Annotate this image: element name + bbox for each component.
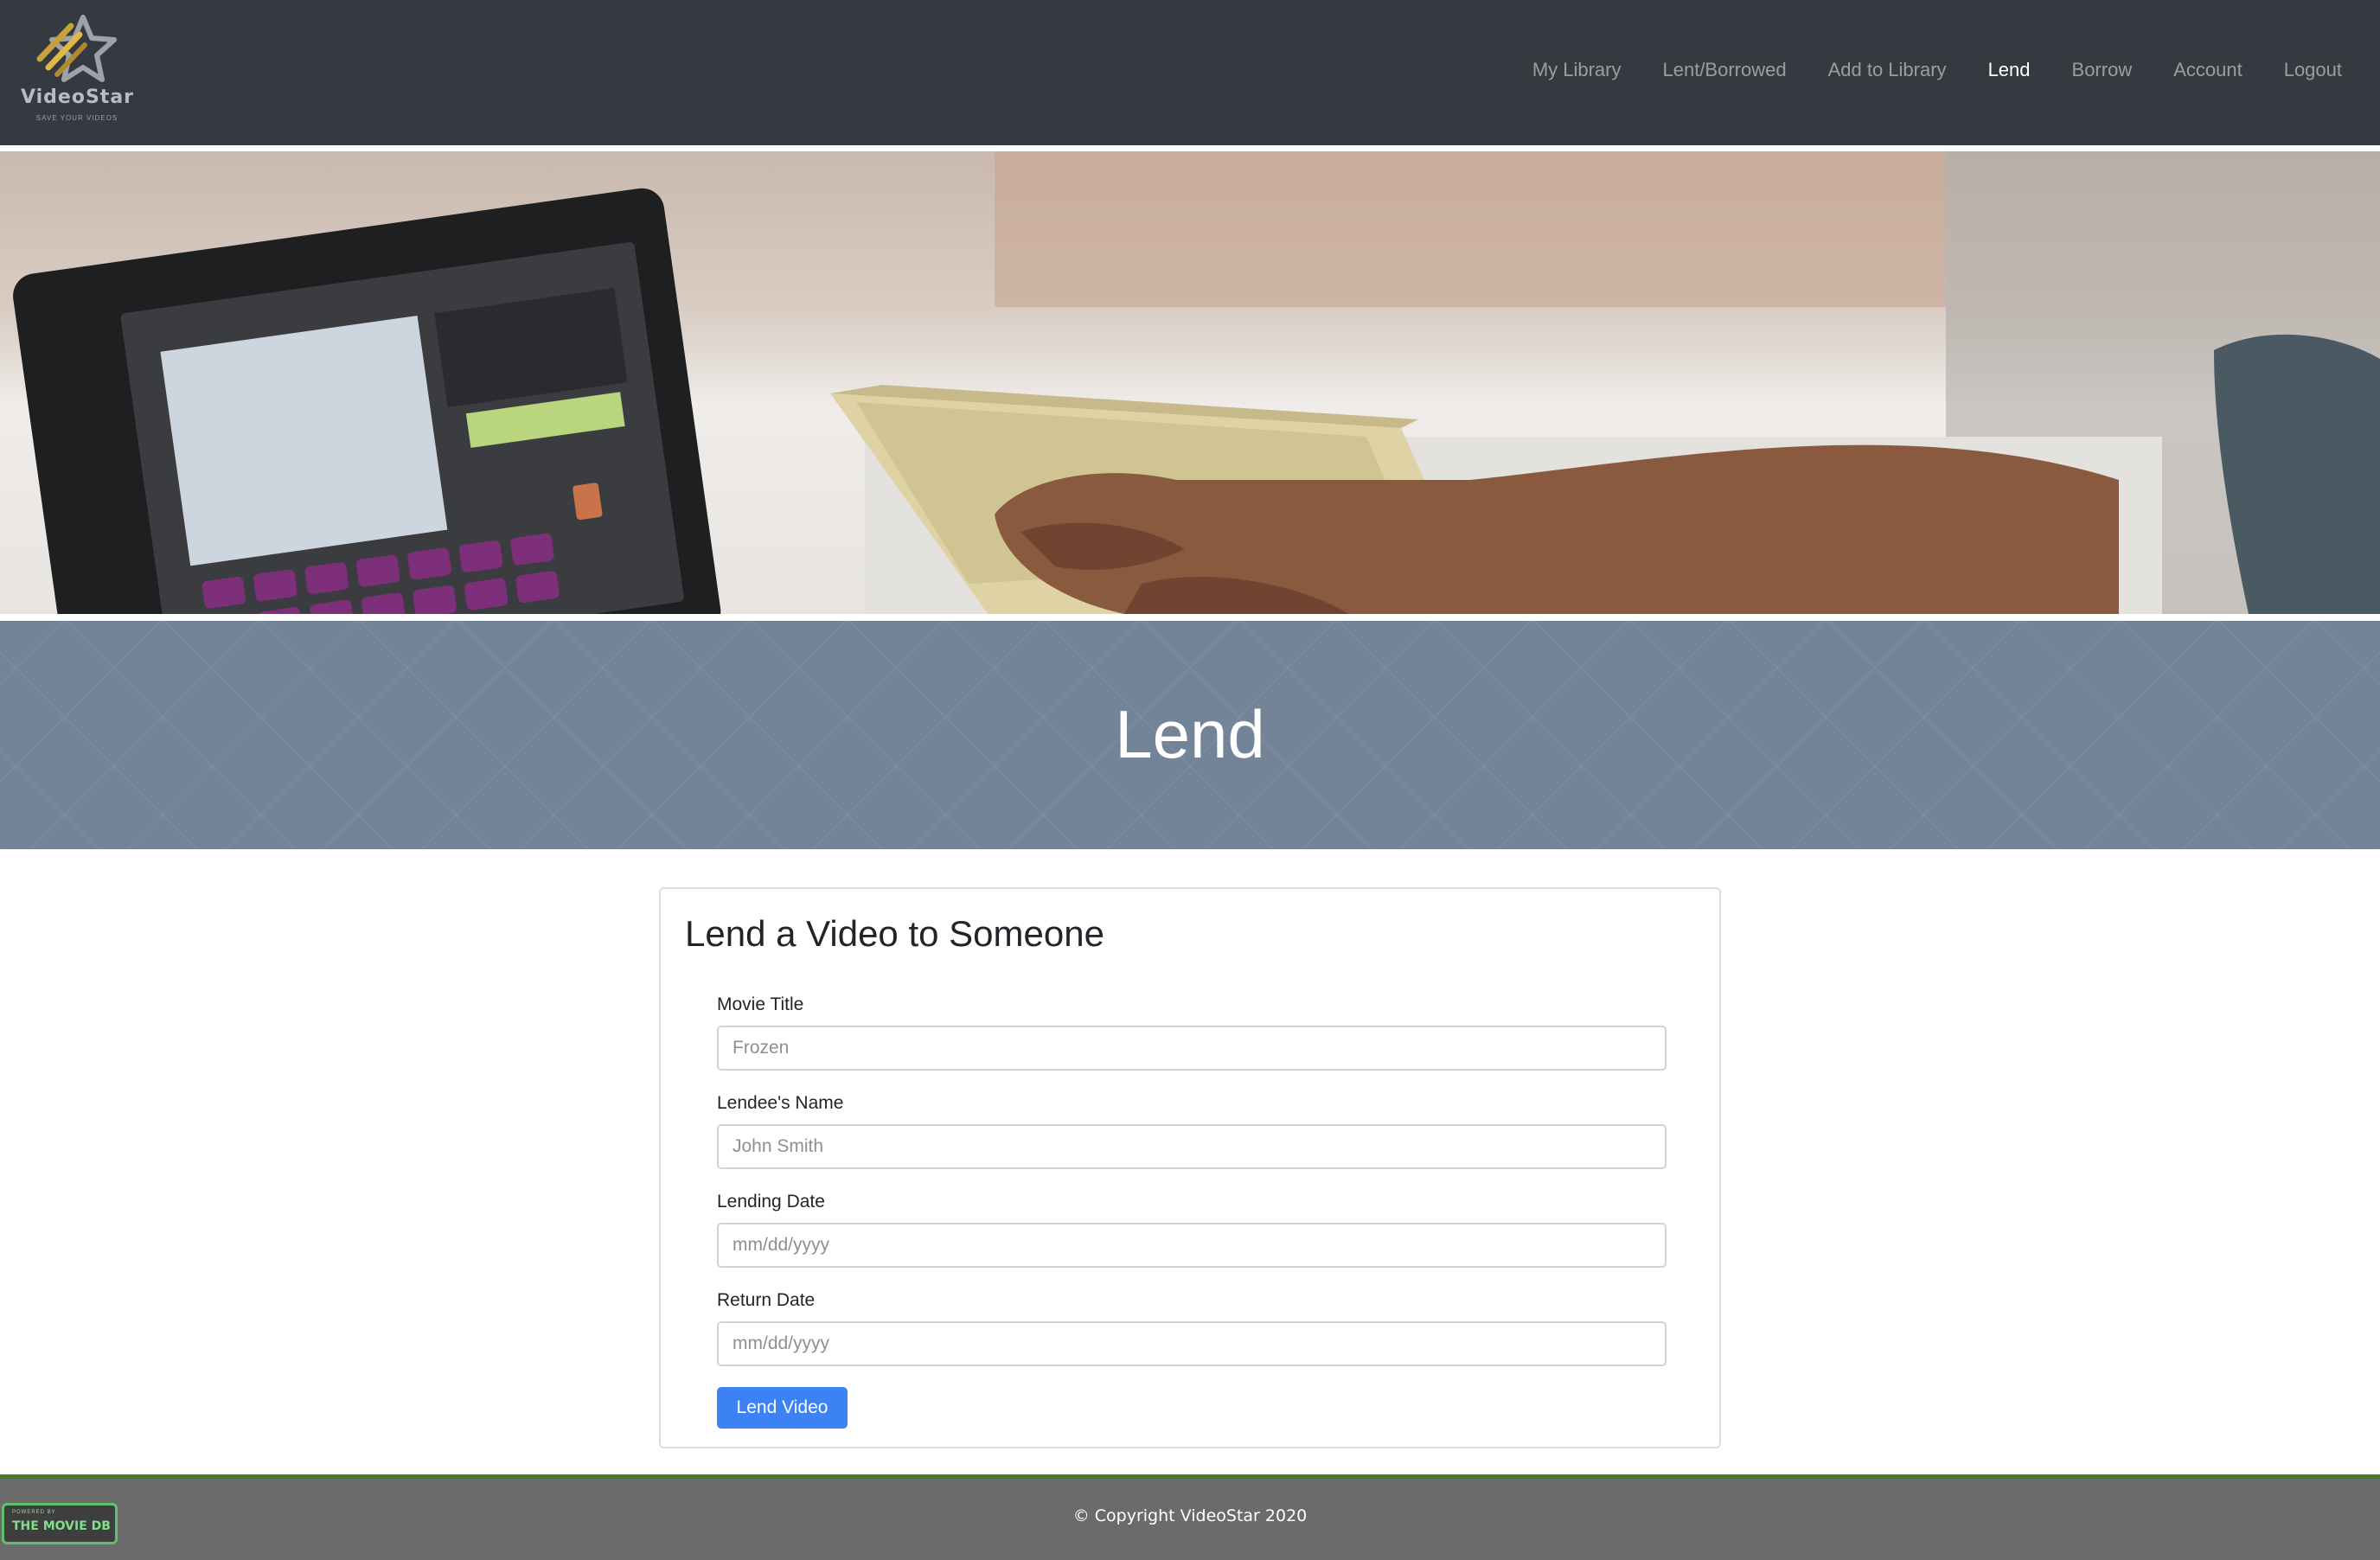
- movie-title-input[interactable]: [717, 1026, 1667, 1071]
- form-title: Lend a Video to Someone: [685, 913, 1104, 954]
- nav-lend[interactable]: Lend: [1988, 59, 2031, 81]
- nav-lent-borrowed[interactable]: Lent/Borrowed: [1663, 59, 1787, 81]
- brand-name: VideoStar: [21, 86, 135, 108]
- return-date-input[interactable]: [717, 1321, 1667, 1366]
- lend-form-card: Lend a Video to Someone Movie Title Lend…: [659, 887, 1721, 1448]
- main-nav: My Library Lent/Borrowed Add to Library …: [1532, 59, 2342, 81]
- lend-video-button[interactable]: Lend Video: [717, 1387, 848, 1429]
- lending-date-input[interactable]: [717, 1223, 1667, 1268]
- lending-date-label: Lending Date: [717, 1192, 825, 1212]
- movie-title-label: Movie Title: [717, 994, 804, 1014]
- nav-borrow[interactable]: Borrow: [2072, 59, 2133, 81]
- brand-tagline: SAVE YOUR VIDEOS: [35, 114, 118, 122]
- nav-logout[interactable]: Logout: [2284, 59, 2342, 81]
- footer: POWERED BY THE MOVIE DB © Copyright Vide…: [0, 1474, 2380, 1560]
- nav-account[interactable]: Account: [2173, 59, 2242, 81]
- nav-my-library[interactable]: My Library: [1532, 59, 1622, 81]
- copyright-text: © Copyright VideoStar 2020: [1072, 1506, 1308, 1525]
- lendee-name-label: Lendee's Name: [717, 1093, 844, 1113]
- return-date-label: Return Date: [717, 1290, 816, 1310]
- navbar: VideoStar SAVE YOUR VIDEOS My Library Le…: [0, 0, 2380, 145]
- nav-add-to-library[interactable]: Add to Library: [1828, 59, 1947, 81]
- lendee-name-input[interactable]: [717, 1124, 1667, 1169]
- star-logo-icon: [36, 15, 117, 82]
- brand-logo[interactable]: VideoStar SAVE YOUR VIDEOS: [21, 14, 133, 128]
- page-banner: Lend: [0, 621, 2380, 849]
- hero-image: 10: [0, 151, 2380, 614]
- page-title: Lend: [1115, 696, 1265, 772]
- lend-form: Movie Title Lendee's Name Lending Date R…: [717, 993, 1667, 1387]
